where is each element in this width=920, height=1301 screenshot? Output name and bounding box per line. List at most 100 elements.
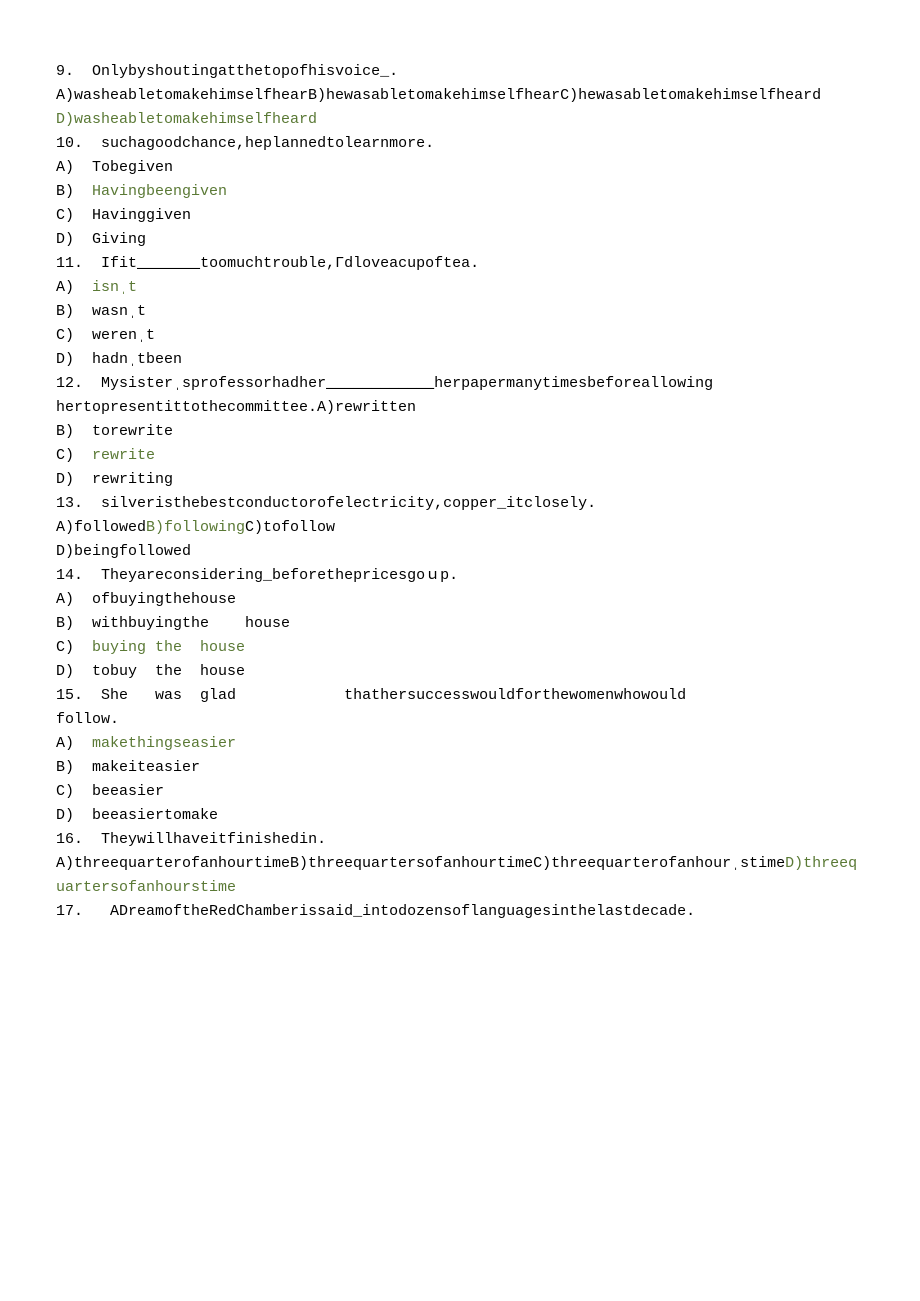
q13-options-line1: A)followedB)followingC)tofollow xyxy=(56,516,864,540)
q16-options-line1: A)threequarterofanhourtimeB)threequarter… xyxy=(56,852,864,900)
q15-b-text: makeiteasier xyxy=(92,759,200,776)
q15-stem-a: She was glad thathersuccesswouldforthewo… xyxy=(101,687,686,704)
q11-num: 11. xyxy=(56,255,83,272)
q14-stem-text: Theyareconsidering_beforethepricesgoｕp. xyxy=(101,567,458,584)
q15-a-text: makethingseasier xyxy=(92,735,236,752)
q15-num: 15. xyxy=(56,687,83,704)
q10-stem-text: suchagoodchance,heplannedtolearnmore. xyxy=(101,135,434,152)
q12-d-text: rewriting xyxy=(92,471,173,488)
q13-stem: 13. silveristhebestconductorofelectricit… xyxy=(56,492,864,516)
q11-option-c: C)werenˌt xyxy=(56,324,864,348)
q10-option-d: D)Giving xyxy=(56,228,864,252)
q13-opt-b: B)following xyxy=(146,519,245,536)
q16-stem-text: Theywillhaveitfinishedin. xyxy=(101,831,326,848)
label-d: D) xyxy=(56,228,92,252)
q10-stem: 10. suchagoodchance,heplannedtolearnmore… xyxy=(56,132,864,156)
q12-option-c: C)rewrite xyxy=(56,444,864,468)
q10-option-b: B)Havingbeengiven xyxy=(56,180,864,204)
q15-option-d: D)beeasiertomake xyxy=(56,804,864,828)
q14-num: 14. xyxy=(56,567,83,584)
q12-c-text: rewrite xyxy=(92,447,155,464)
document-page: 9. Onlybyshoutingatthetopofhisvoice_. A)… xyxy=(0,0,920,1301)
q15-stem-line2: follow. xyxy=(56,708,864,732)
q15-option-b: B)makeiteasier xyxy=(56,756,864,780)
q14-d-text: tobuy the house xyxy=(92,663,245,680)
q11-blank: _______ xyxy=(137,255,200,272)
label-c: C) xyxy=(56,636,92,660)
q14-c-text: buying the house xyxy=(92,639,245,656)
label-d: D) xyxy=(56,804,92,828)
label-c: C) xyxy=(56,204,92,228)
q12-b-text: torewrite xyxy=(92,423,173,440)
label-c: C) xyxy=(56,444,92,468)
q17-stem-text: ADreamoftheRedChamberissaid_intodozensof… xyxy=(101,903,695,920)
q10-d-text: Giving xyxy=(92,231,146,248)
q17-num: 17. xyxy=(56,903,83,920)
q13-opt-c: C)tofollow xyxy=(245,519,335,536)
q13-stem-text: silveristhebestconductorofelectricity,co… xyxy=(101,495,596,512)
q12-stem-line2: hertopresentittothecommittee.A)rewritten xyxy=(56,396,864,420)
q11-option-d: D)hadnˌtbeen xyxy=(56,348,864,372)
q11-d-text: hadnˌtbeen xyxy=(92,351,182,368)
q15-d-text: beeasiertomake xyxy=(92,807,218,824)
q9-opt-d-text: D)washeabletomakehimselfheard xyxy=(56,111,317,128)
label-c: C) xyxy=(56,780,92,804)
q9-options-line1: A)washeabletomakehimselfhearB)hewasablet… xyxy=(56,84,864,108)
q15-stem-b: follow. xyxy=(56,711,119,728)
label-a: A) xyxy=(56,276,92,300)
q17-stem: 17. ADreamoftheRedChamberissaid_intodoze… xyxy=(56,900,864,924)
label-b: B) xyxy=(56,300,92,324)
q11-option-a: A)isnˌt xyxy=(56,276,864,300)
q12-stem-c: hertopresentittothecommittee.A)rewritten xyxy=(56,399,416,416)
label-d: D) xyxy=(56,660,92,684)
q14-b-text: withbuyingthe house xyxy=(92,615,290,632)
q10-num: 10. xyxy=(56,135,83,152)
q12-blank: ____________ xyxy=(326,375,434,392)
label-a: A) xyxy=(56,156,92,180)
q9-num: 9. xyxy=(56,63,74,80)
q16-opts-abc: A)threequarterofanhourtimeB)threequarter… xyxy=(56,855,785,872)
q13-num: 13. xyxy=(56,495,83,512)
q9-option-d: D)washeabletomakehimselfheard xyxy=(56,108,864,132)
q9-stem-text: Onlybyshoutingatthetopofhisvoice_. xyxy=(92,63,398,80)
q14-stem: 14. Theyareconsidering_beforethepricesgo… xyxy=(56,564,864,588)
label-b: B) xyxy=(56,180,92,204)
q12-num: 12. xyxy=(56,375,83,392)
q12-stem-b: herpapermanytimesbeforeallowing xyxy=(434,375,713,392)
q12-stem-line1: 12. Mysisterˌsprofessorhadher___________… xyxy=(56,372,864,396)
q14-option-b: B)withbuyingthe house xyxy=(56,612,864,636)
q12-stem-a: Mysisterˌsprofessorhadher xyxy=(101,375,326,392)
label-a: A) xyxy=(56,588,92,612)
q9-opts-abc: A)washeabletomakehimselfhearB)hewasablet… xyxy=(56,87,821,104)
q13-option-d: D)beingfollowed xyxy=(56,540,864,564)
q14-a-text: ofbuyingthehouse xyxy=(92,591,236,608)
q10-a-text: Tobegiven xyxy=(92,159,173,176)
q14-option-c: C)buying the house xyxy=(56,636,864,660)
label-c: C) xyxy=(56,324,92,348)
q16-num: 16. xyxy=(56,831,83,848)
label-b: B) xyxy=(56,756,92,780)
q13-opt-a: A)followed xyxy=(56,519,146,536)
q12-option-d: D)rewriting xyxy=(56,468,864,492)
q14-option-a: A)ofbuyingthehouse xyxy=(56,588,864,612)
q15-stem-line1: 15. She was glad thathersuccesswouldfort… xyxy=(56,684,864,708)
q11-stem-b: toomuchtrouble,Γdloveacupoftea. xyxy=(200,255,479,272)
q11-a-text: isnˌt xyxy=(92,279,137,296)
q10-c-text: Havinggiven xyxy=(92,207,191,224)
q11-c-text: werenˌt xyxy=(92,327,155,344)
q11-b-text: wasnˌt xyxy=(92,303,146,320)
q15-option-a: A)makethingseasier xyxy=(56,732,864,756)
q9-stem: 9. Onlybyshoutingatthetopofhisvoice_. xyxy=(56,60,864,84)
q15-c-text: beeasier xyxy=(92,783,164,800)
q11-stem-a: Ifit xyxy=(101,255,137,272)
q10-option-a: A)Tobegiven xyxy=(56,156,864,180)
label-d: D) xyxy=(56,348,92,372)
label-a: A) xyxy=(56,732,92,756)
label-b: B) xyxy=(56,612,92,636)
q12-option-b: B)torewrite xyxy=(56,420,864,444)
q11-stem: 11. Ifit_______toomuchtrouble,Γdloveacup… xyxy=(56,252,864,276)
q11-option-b: B)wasnˌt xyxy=(56,300,864,324)
q13-opt-d: D)beingfollowed xyxy=(56,543,191,560)
q10-option-c: C)Havinggiven xyxy=(56,204,864,228)
label-d: D) xyxy=(56,468,92,492)
